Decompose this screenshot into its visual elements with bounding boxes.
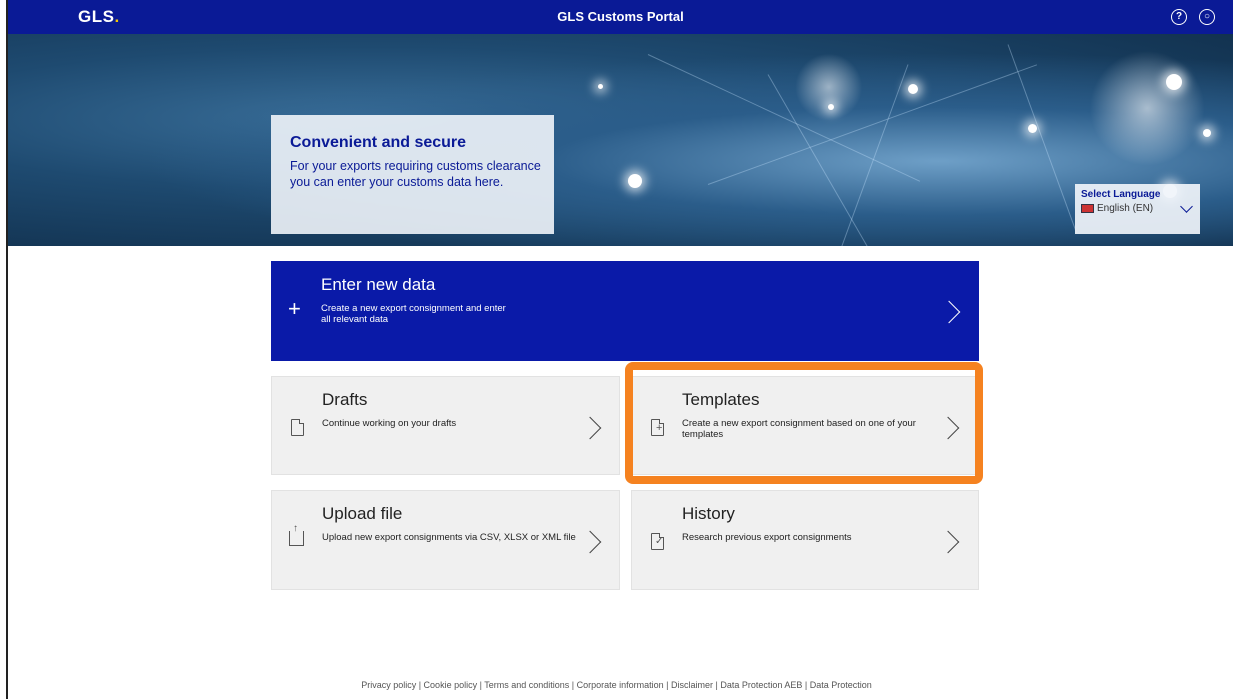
uk-flag-icon: [1081, 203, 1094, 213]
enter-new-data-tile[interactable]: + Enter new data Create a new export con…: [271, 261, 979, 361]
hero-banner: Convenient and secure For your exports r…: [8, 34, 1233, 246]
network-line: [647, 54, 921, 182]
tile-title: Upload file: [322, 504, 403, 523]
hero-title: Convenient and secure: [290, 134, 467, 151]
hero-text: For your exports requiring customs clear…: [290, 159, 541, 189]
document-check-icon: ✓: [651, 533, 664, 550]
drafts-tile[interactable]: Drafts Continue working on your drafts: [271, 376, 620, 475]
network-line: [707, 64, 1038, 185]
chevron-right-icon: [578, 530, 602, 554]
network-node: [908, 84, 918, 94]
user-icon[interactable]: ○: [1199, 9, 1215, 25]
tile-description: Create a new export consignment and ente…: [321, 303, 506, 325]
network-line: [1007, 44, 1077, 233]
hero-message: Convenient and secure For your exports r…: [271, 115, 554, 234]
tile-title: Drafts: [322, 390, 368, 409]
highlight-annotation: [625, 362, 983, 484]
network-line: [767, 74, 899, 246]
upload-icon: ↑: [289, 523, 304, 546]
network-node: [1166, 74, 1182, 90]
chevron-right-icon: [937, 300, 961, 324]
network-node: [828, 104, 834, 110]
network-node: [628, 174, 642, 188]
history-tile[interactable]: ✓ History Research previous export consi…: [631, 490, 979, 590]
language-value: English (EN): [1081, 203, 1194, 214]
language-label: Select Language: [1081, 189, 1161, 200]
upload-file-tile[interactable]: ↑ Upload file Upload new export consignm…: [271, 490, 620, 590]
language-selector[interactable]: Select Language English (EN): [1075, 184, 1200, 234]
top-bar: GLS. GLS Customs Portal ? ○: [8, 0, 1233, 34]
help-icon[interactable]: ?: [1171, 9, 1187, 25]
footer-links[interactable]: Privacy policy | Cookie policy | Terms a…: [0, 680, 1233, 690]
tile-title: Enter new data: [321, 275, 436, 294]
document-icon: [291, 419, 304, 436]
network-node: [598, 84, 603, 89]
tile-description: Upload new export consignments via CSV, …: [322, 532, 576, 543]
network-node: [1203, 129, 1211, 137]
page-title: GLS Customs Portal: [557, 9, 684, 24]
tile-title: History: [682, 504, 735, 523]
chevron-right-icon: [578, 416, 602, 440]
plus-icon: +: [288, 296, 301, 321]
tile-description: Research previous export consignments: [682, 532, 852, 543]
tile-description: Continue working on your drafts: [322, 418, 457, 429]
network-node: [1028, 124, 1037, 133]
